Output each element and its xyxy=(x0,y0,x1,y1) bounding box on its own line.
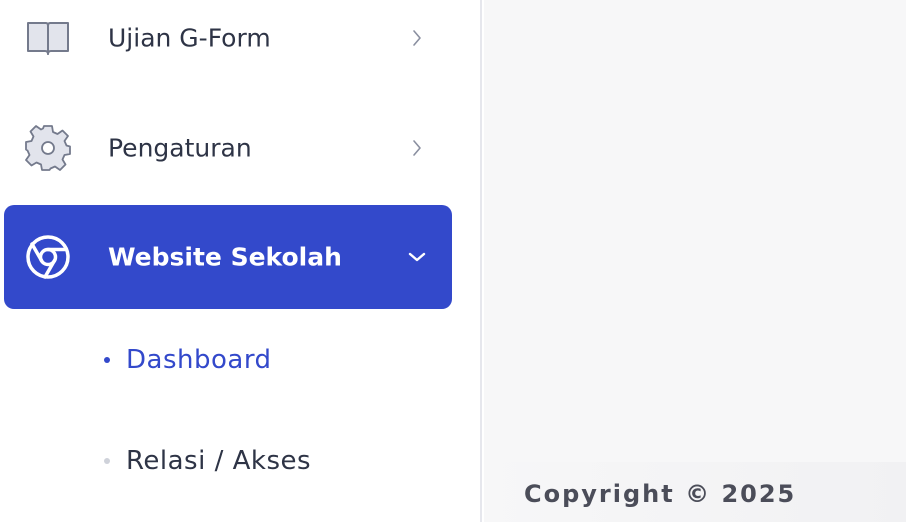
chevron-right-icon xyxy=(406,137,428,159)
bullet-icon xyxy=(104,357,110,363)
chrome-icon xyxy=(24,233,72,281)
sidebar-item-website-sekolah[interactable]: Website Sekolah xyxy=(4,205,452,309)
sidebar-item-label: Pengaturan xyxy=(108,133,252,163)
chevron-right-icon xyxy=(406,27,428,49)
sidebar-item-pengaturan[interactable]: Pengaturan xyxy=(4,96,452,200)
submenu-item-label: Dashboard xyxy=(126,345,272,375)
bullet-icon xyxy=(104,458,110,464)
main-content: Copyright © 2025 xyxy=(484,0,906,522)
sidebar-item-label: Website Sekolah xyxy=(108,242,342,272)
copyright-text: Copyright © 2025 xyxy=(524,480,797,508)
sidebar-item-ujian-g-form[interactable]: Ujian G-Form xyxy=(4,0,452,90)
chevron-down-icon xyxy=(406,246,428,268)
submenu-item-dashboard[interactable]: Dashboard xyxy=(100,330,440,390)
book-icon xyxy=(24,14,72,62)
sidebar: Ujian G-Form Pengaturan Website Sekolah … xyxy=(0,0,482,522)
app-page: Ujian G-Form Pengaturan Website Sekolah … xyxy=(0,0,906,522)
sidebar-item-label: Ujian G-Form xyxy=(108,23,271,53)
submenu-item-relasi-akses[interactable]: Relasi / Akses xyxy=(100,431,440,491)
submenu-item-label: Relasi / Akses xyxy=(126,446,312,476)
gear-icon xyxy=(24,124,72,172)
